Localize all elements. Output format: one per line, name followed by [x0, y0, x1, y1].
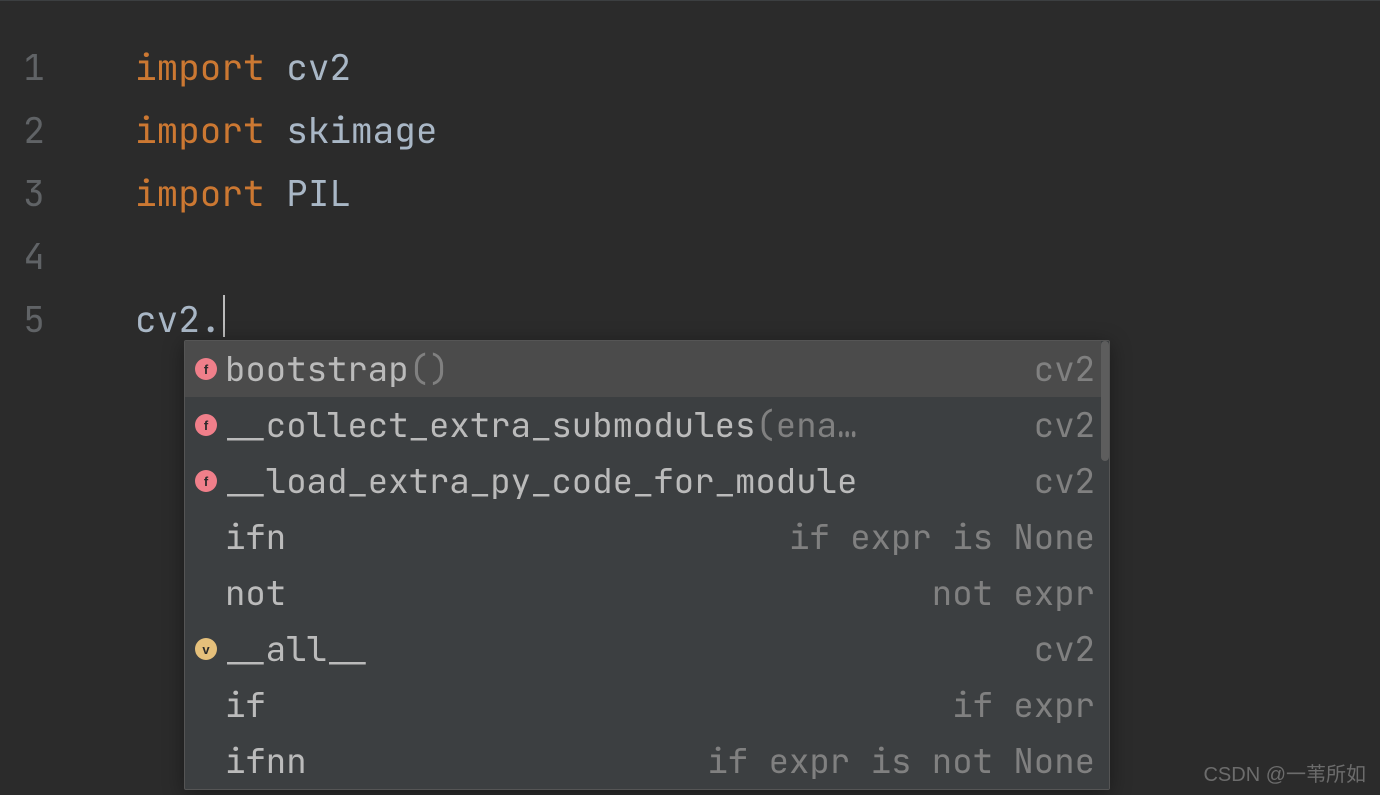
autocomplete-hint: cv2	[1034, 403, 1095, 448]
keyword-import: import	[135, 106, 265, 154]
autocomplete-label: __all__	[225, 627, 368, 672]
autocomplete-item[interactable]: if if expr	[185, 677, 1109, 733]
text-cursor	[223, 295, 225, 337]
empty-icon	[195, 526, 217, 548]
autocomplete-hint: cv2	[1034, 347, 1095, 392]
autocomplete-label: bootstrap	[225, 347, 409, 392]
identifier: cv2	[286, 43, 351, 91]
autocomplete-item[interactable]: not not expr	[185, 565, 1109, 621]
autocomplete-hint: if expr is None	[789, 515, 1095, 560]
watermark-text: CSDN @一苇所如	[1203, 758, 1366, 787]
autocomplete-item[interactable]: ifn if expr is None	[185, 509, 1109, 565]
line-number: 2	[0, 99, 68, 162]
autocomplete-params: ()	[409, 347, 450, 392]
variable-icon: v	[195, 638, 217, 660]
identifier: skimage	[286, 106, 437, 154]
autocomplete-item[interactable]: f __load_extra_py_code_for_module cv2	[185, 453, 1109, 509]
code-line[interactable]: import cv2	[135, 36, 1380, 99]
autocomplete-label: __load_extra_py_code_for_module	[225, 459, 857, 504]
empty-icon	[195, 694, 217, 716]
autocomplete-scrollbar-thumb[interactable]	[1101, 341, 1109, 461]
autocomplete-item[interactable]: f bootstrap() cv2	[185, 341, 1109, 397]
autocomplete-item[interactable]: f __collect_extra_submodules(ena… cv2	[185, 397, 1109, 453]
line-number: 1	[0, 36, 68, 99]
code-line[interactable]: import PIL	[135, 162, 1380, 225]
line-number-gutter: 1 2 3 4 5	[0, 1, 68, 795]
dot-operator: .	[200, 295, 222, 343]
autocomplete-item[interactable]: ifnn if expr is not None	[185, 733, 1109, 789]
autocomplete-hint: cv2	[1034, 459, 1095, 504]
line-number: 3	[0, 162, 68, 225]
autocomplete-label: if	[225, 683, 266, 728]
autocomplete-hint: if expr is not None	[707, 739, 1095, 784]
function-icon: f	[195, 414, 217, 436]
code-line[interactable]	[135, 225, 1380, 288]
function-icon: f	[195, 470, 217, 492]
line-number: 4	[0, 225, 68, 288]
autocomplete-hint: cv2	[1034, 627, 1095, 672]
code-line[interactable]: import skimage	[135, 99, 1380, 162]
autocomplete-params: (ena…	[755, 403, 857, 448]
autocomplete-hint: not expr	[932, 571, 1095, 616]
autocomplete-label: ifn	[225, 515, 286, 560]
keyword-import: import	[135, 169, 265, 217]
autocomplete-item[interactable]: v __all__ cv2	[185, 621, 1109, 677]
autocomplete-scrollbar[interactable]	[1101, 341, 1109, 789]
keyword-import: import	[135, 43, 265, 91]
autocomplete-popup[interactable]: f bootstrap() cv2 f __collect_extra_submodul…	[184, 340, 1110, 790]
autocomplete-label: not	[225, 571, 286, 616]
empty-icon	[195, 582, 217, 604]
autocomplete-hint: if expr	[952, 683, 1095, 728]
identifier: cv2	[135, 295, 200, 343]
function-icon: f	[195, 358, 217, 380]
empty-icon	[195, 750, 217, 772]
autocomplete-label: ifnn	[225, 739, 307, 784]
identifier: PIL	[286, 169, 351, 217]
line-number: 5	[0, 288, 68, 351]
autocomplete-label: __collect_extra_submodules	[225, 403, 755, 448]
